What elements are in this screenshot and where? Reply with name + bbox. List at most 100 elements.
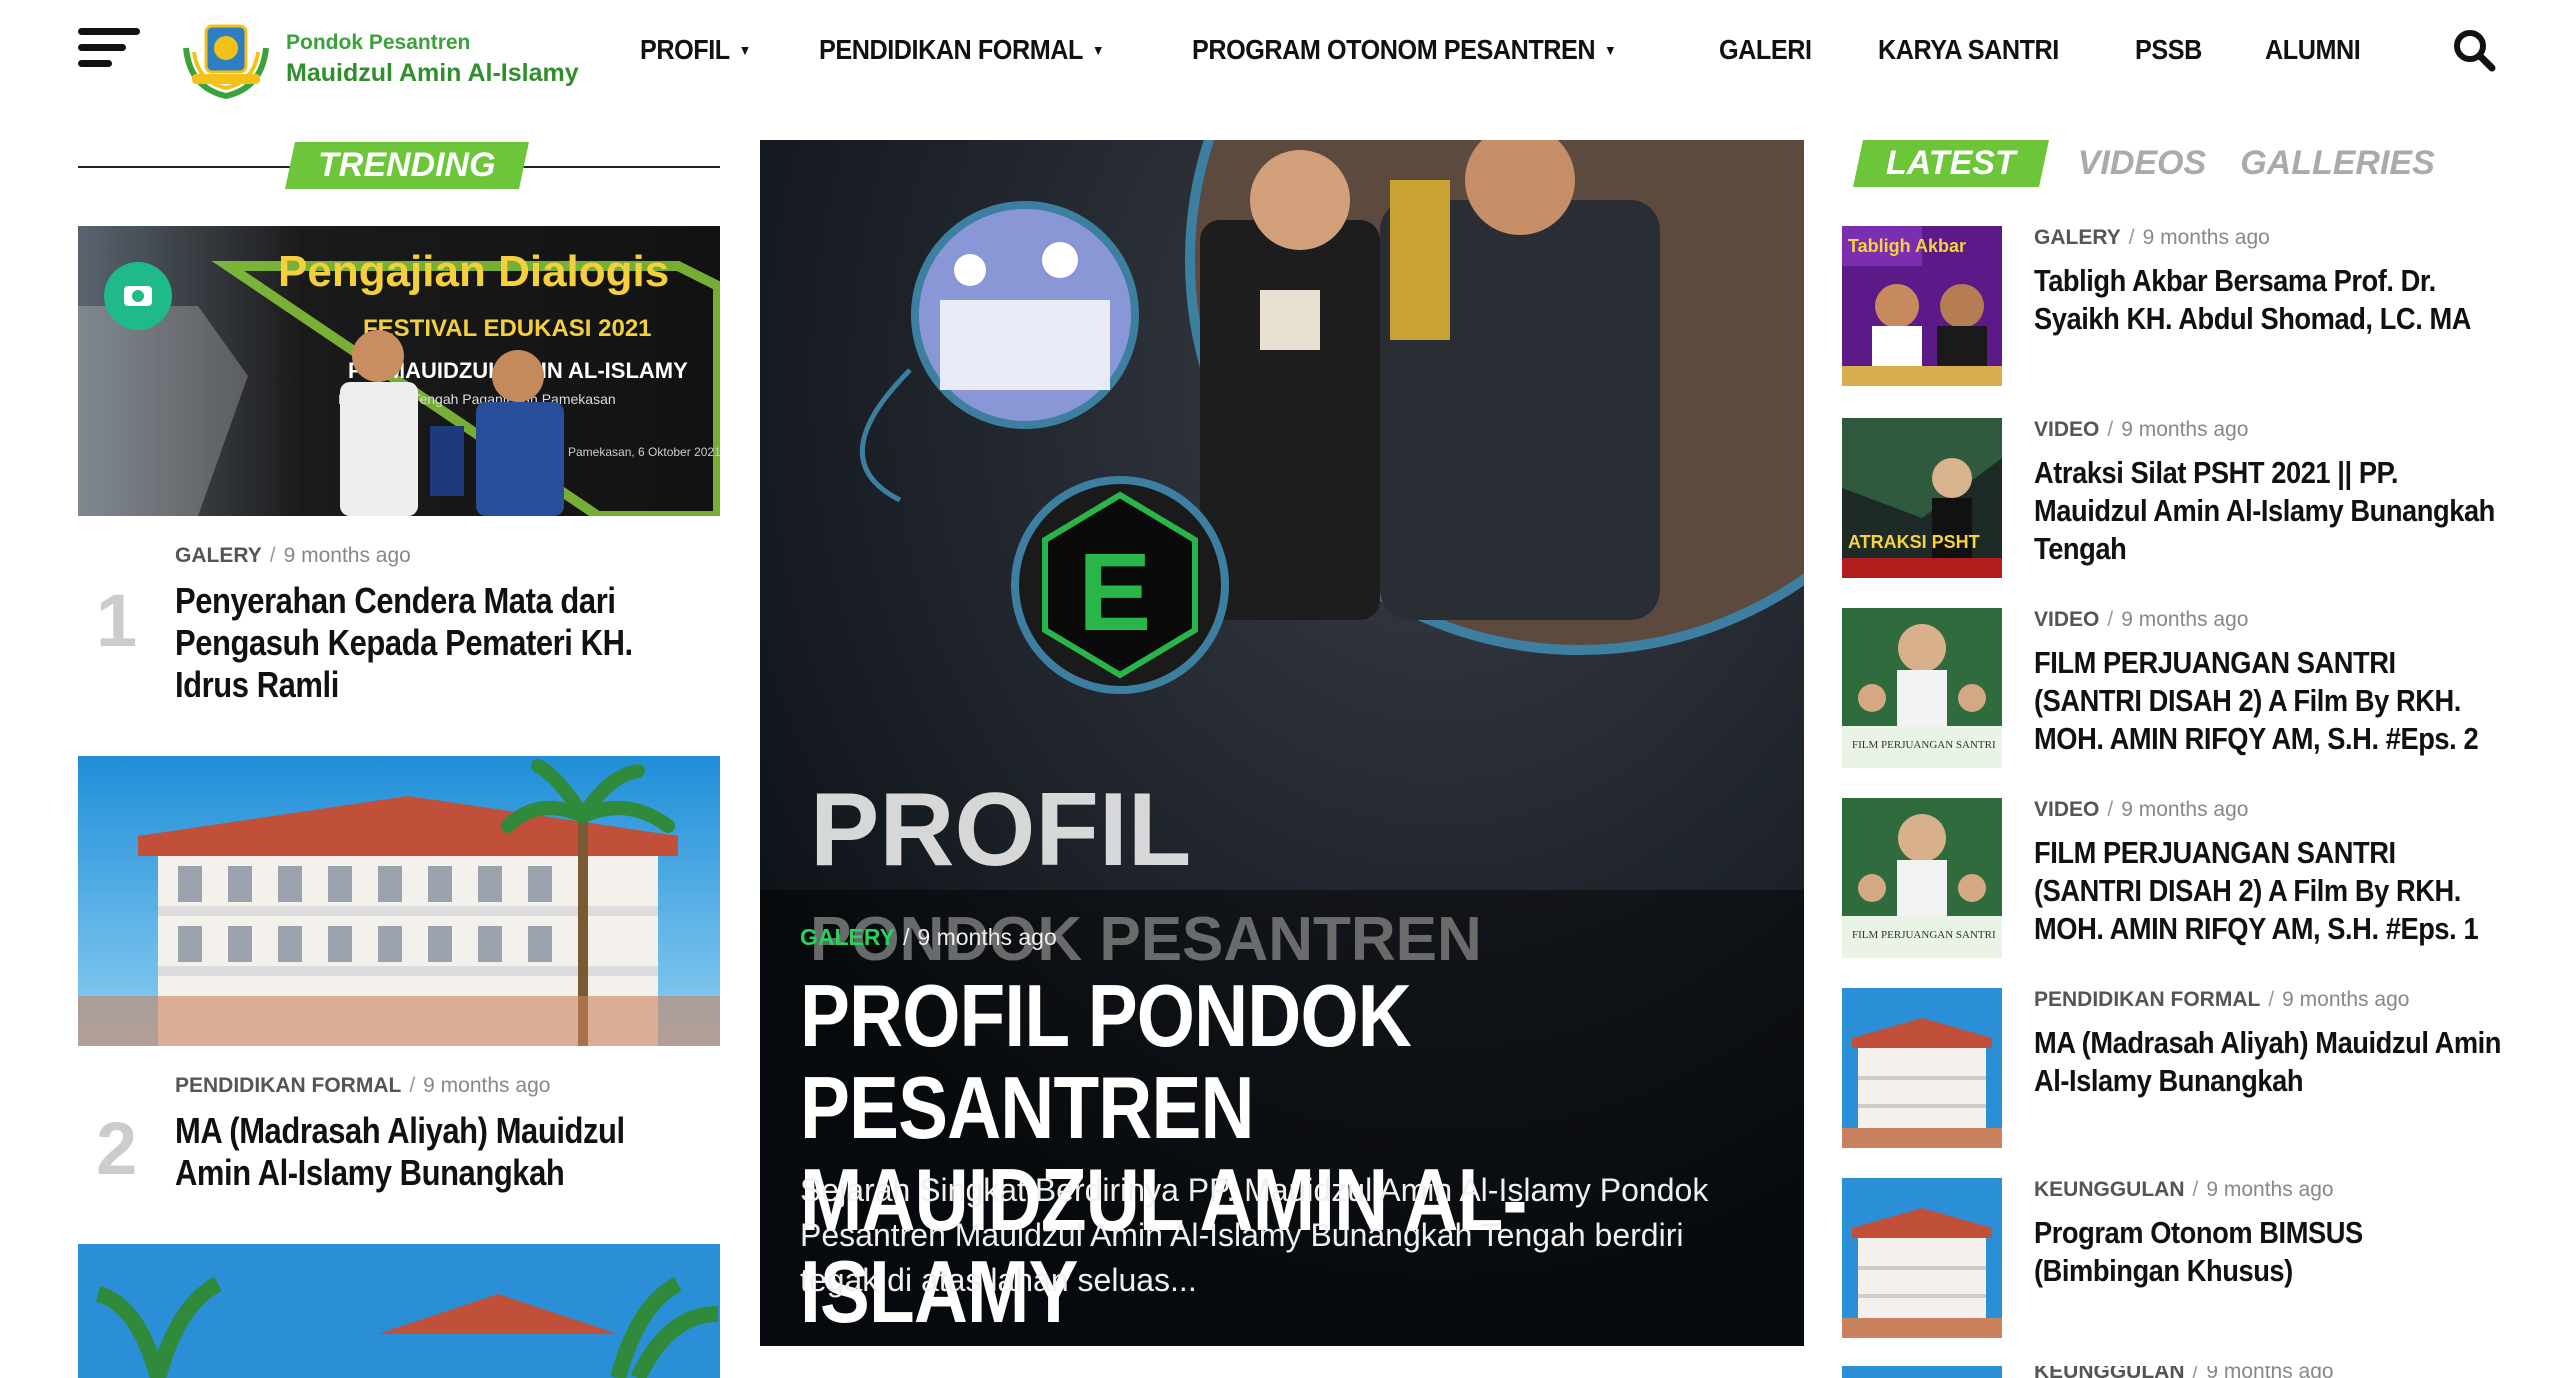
list-item[interactable]: KEUNGGULAN/9 months ago Program Otonom B… — [1842, 1178, 2502, 1348]
building-photo — [78, 756, 720, 1046]
post-thumbnail[interactable] — [1842, 988, 2002, 1148]
post-thumbnail[interactable]: ATRAKSI PSHT — [1842, 418, 2002, 578]
banner-illustration: Pengajian Dialogis FESTIVAL EDUKASI 2021… — [78, 226, 720, 516]
post-meta: GALERY/9 months ago — [2034, 226, 2270, 249]
post-time: 9 months ago — [423, 1074, 551, 1097]
post-title[interactable]: Program Otonom BIMSUS (Bimbingan Khusus) — [2034, 1214, 2509, 1290]
post-title[interactable]: MA (Madrasah Aliyah) Mauidzul Amin Al-Is… — [175, 1110, 674, 1194]
list-item[interactable]: ATRAKSI PSHT VIDEO/9 months ago Atraksi … — [1842, 418, 2502, 588]
post-time: 9 months ago — [283, 544, 411, 567]
post-time: 9 months ago — [2206, 1178, 2334, 1201]
list-item[interactable]: FILM PERJUANGAN SANTRI VIDEO/9 months ag… — [1842, 798, 2502, 968]
post-time: 9 months ago — [2206, 1366, 2334, 1378]
post-title[interactable]: FILM PERJUANGAN SANTRI (SANTRI DISAH 2) … — [2034, 644, 2509, 758]
svg-text:Pengajian Dialogis: Pengajian Dialogis — [278, 247, 669, 296]
post-category[interactable]: VIDEO — [2034, 798, 2099, 821]
post-meta: VIDEO/9 months ago — [2034, 418, 2249, 441]
post-time: 9 months ago — [2121, 608, 2249, 631]
svg-text:Pamekasan, 6 Oktober 2021: Pamekasan, 6 Oktober 2021 — [568, 445, 720, 459]
nav-item-profil[interactable]: PROFIL ▼ — [640, 28, 751, 72]
post-title[interactable]: Atraksi Silat PSHT 2021 || PP. Mauidzul … — [2034, 454, 2509, 568]
post-meta: PENDIDIKAN FORMAL/9 months ago — [2034, 988, 2410, 1011]
main-nav: PROFIL ▼ PENDIDIKAN FORMAL ▼ PROGRAM OTONO… — [640, 28, 2427, 72]
post-category[interactable]: KEUNGGULAN — [2034, 1178, 2185, 1201]
svg-text:FESTIVAL EDUKASI 2021: FESTIVAL EDUKASI 2021 — [363, 315, 652, 342]
nav-item-program-otonom[interactable]: PROGRAM OTONOM PESANTREN ▼ — [1192, 28, 1617, 72]
rank-number: 1 — [96, 579, 138, 662]
svg-text:Tabligh Akbar: Tabligh Akbar — [1848, 236, 1966, 256]
post-time: 9 months ago — [2142, 226, 2270, 249]
post-time: 9 months ago — [917, 924, 1057, 950]
post-meta: GALERY/9 months ago — [175, 544, 411, 567]
post-thumbnail[interactable]: FILM PERJUANGAN SANTRI — [1842, 798, 2002, 958]
list-item[interactable]: FILM PERJUANGAN SANTRI VIDEO/9 months ag… — [1842, 608, 2502, 778]
nav-item-karya-santri[interactable]: KARYA SANTRI — [1878, 28, 2059, 72]
thumb-image: FILM PERJUANGAN SANTRI — [1842, 608, 2002, 768]
post-category[interactable]: VIDEO — [2034, 418, 2099, 441]
post-category[interactable]: VIDEO — [2034, 608, 2099, 631]
post-meta: VIDEO/9 months ago — [2034, 608, 2249, 631]
trending-label: TRENDING — [285, 142, 529, 189]
post-time: 9 months ago — [2121, 798, 2249, 821]
post-meta: KEUNGGULAN/9 months ago — [2034, 1178, 2334, 1201]
search-icon[interactable] — [2452, 28, 2496, 72]
post-title[interactable]: MA (Madrasah Aliyah) Mauidzul Amin Al-Is… — [2034, 1024, 2509, 1100]
svg-text:FILM PERJUANGAN SANTRI: FILM PERJUANGAN SANTRI — [1852, 739, 1996, 751]
thumb-image: ATRAKSI PSHT — [1842, 418, 2002, 578]
nav-item-galeri[interactable]: GALERI — [1719, 28, 1812, 72]
nav-item-alumni[interactable]: ALUMNI — [2265, 28, 2361, 72]
svg-text:ATRAKSI PSHT: ATRAKSI PSHT — [1848, 532, 1980, 552]
nav-item-pssb[interactable]: PSSB — [2135, 28, 2202, 72]
post-meta: PENDIDIKAN FORMAL/9 months ago — [175, 1074, 551, 1097]
post-category[interactable]: KEUNGGULAN — [2034, 1366, 2185, 1378]
logo-line2: Mauidzul Amin Al-Islamy — [286, 58, 579, 87]
trending-3-image[interactable] — [78, 1244, 720, 1378]
logo-emblem-icon — [183, 24, 269, 100]
post-title[interactable]: FILM PERJUANGAN SANTRI (SANTRI DISAH 2) … — [2034, 834, 2509, 948]
thumb-image — [1842, 1178, 2002, 1338]
tab-galleries[interactable]: GALLERIES — [2240, 144, 2435, 183]
site-logo[interactable]: Pondok Pesantren Mauidzul Amin Al-Islamy — [180, 18, 579, 100]
post-thumbnail[interactable] — [1842, 1366, 2002, 1378]
chevron-down-icon: ▼ — [1091, 42, 1104, 58]
chevron-down-icon: ▼ — [1603, 42, 1616, 58]
post-title[interactable]: Tabligh Akbar Bersama Prof. Dr. Syaikh K… — [2034, 262, 2509, 338]
menu-toggle-icon[interactable] — [78, 28, 140, 70]
thumb-image: FILM PERJUANGAN SANTRI — [1842, 798, 2002, 958]
chevron-down-icon: ▼ — [738, 42, 751, 58]
logo-line1: Pondok Pesantren — [286, 30, 471, 54]
post-category[interactable]: PENDIDIKAN FORMAL — [2034, 988, 2260, 1011]
tab-latest[interactable]: LATEST — [1853, 140, 2049, 187]
post-category[interactable]: GALERY — [2034, 226, 2121, 249]
post-thumbnail[interactable]: FILM PERJUANGAN SANTRI — [1842, 608, 2002, 768]
trending-2-image[interactable] — [78, 756, 720, 1046]
trending-header: TRENDING — [78, 140, 720, 192]
tab-videos[interactable]: VIDEOS — [2078, 144, 2206, 183]
featured-post[interactable]: E PROFIL PONDOK PESANTREN GALERY/9 month… — [760, 140, 1804, 1346]
featured-meta: GALERY/9 months ago — [800, 924, 1057, 950]
thumb-image — [1842, 988, 2002, 1148]
rank-number: 2 — [96, 1107, 138, 1190]
nav-item-pendidikan-formal[interactable]: PENDIDIKAN FORMAL ▼ — [819, 28, 1104, 72]
latest-tabs: LATEST VIDEOS GALLERIES — [1853, 140, 2435, 187]
post-title[interactable]: Penyerahan Cendera Mata dari Pengasuh Ke… — [175, 580, 674, 706]
post-category[interactable]: GALERY — [175, 544, 262, 567]
trending-1-image[interactable]: Pengajian Dialogis FESTIVAL EDUKASI 2021… — [78, 226, 720, 516]
post-thumbnail[interactable]: Tabligh Akbar — [1842, 226, 2002, 386]
post-time: 9 months ago — [2282, 988, 2410, 1011]
post-category[interactable]: GALERY — [800, 924, 895, 950]
thumb-image: Tabligh Akbar — [1842, 226, 2002, 386]
list-item[interactable]: KEUNGGULAN/9 months ago — [1842, 1366, 2502, 1378]
list-item[interactable]: Tabligh Akbar GALERY/9 months ago Tablig… — [1842, 226, 2502, 396]
svg-text:E: E — [1078, 531, 1151, 654]
post-thumbnail[interactable] — [1842, 1178, 2002, 1338]
list-item[interactable]: PENDIDIKAN FORMAL/9 months ago MA (Madra… — [1842, 988, 2502, 1158]
building-photo — [78, 1244, 720, 1378]
featured-excerpt: Sejarah Singkat Berdirinya PP. Mauidzul … — [800, 1172, 1709, 1298]
post-meta: VIDEO/9 months ago — [2034, 798, 2249, 821]
svg-text:PROFIL: PROFIL — [810, 772, 1191, 888]
post-time: 9 months ago — [2121, 418, 2249, 441]
svg-text:FILM PERJUANGAN SANTRI: FILM PERJUANGAN SANTRI — [1852, 929, 1996, 941]
post-meta: KEUNGGULAN/9 months ago — [2034, 1366, 2502, 1378]
post-category[interactable]: PENDIDIKAN FORMAL — [175, 1074, 401, 1097]
